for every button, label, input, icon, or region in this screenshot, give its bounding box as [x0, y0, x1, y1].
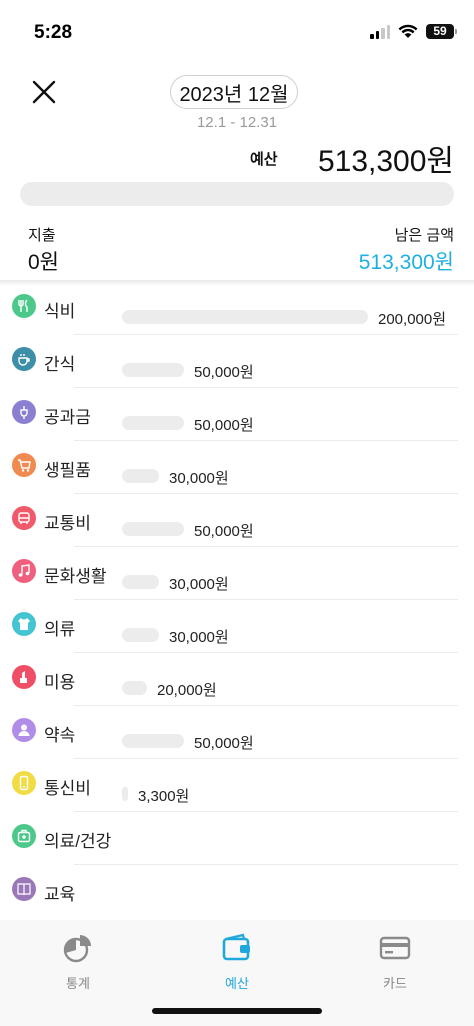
category-amount: 50,000원 [194, 523, 254, 540]
category-amount: 30,000원 [169, 629, 229, 646]
category-budget-bar [122, 681, 147, 695]
date-range: 12.1 - 12.31 [196, 114, 278, 131]
bus-icon [12, 506, 36, 530]
category-budget-bar [122, 363, 184, 377]
wallet-icon [222, 933, 250, 961]
category-name: 공과금 [44, 408, 91, 427]
category-amount: 50,000원 [194, 417, 254, 434]
category-row[interactable]: 간식 50,000원 [0, 335, 474, 388]
spend-amount: 0원 [28, 251, 59, 274]
category-name: 문화생활 [44, 567, 107, 586]
plug-icon [12, 400, 36, 424]
category-budget-bar [122, 469, 159, 483]
tab-card[interactable]: 카드 [335, 928, 455, 991]
category-name: 교통비 [44, 514, 91, 533]
category-amount: 3,300원 [138, 788, 190, 805]
category-budget-bar [122, 734, 184, 748]
tab-statistics-label: 통계 [66, 976, 90, 991]
category-row[interactable]: 공과금 50,000원 [0, 388, 474, 441]
battery-level: 59 [433, 24, 447, 38]
close-button[interactable] [28, 76, 60, 108]
category-amount: 50,000원 [194, 364, 254, 381]
category-name: 의류 [44, 620, 76, 639]
category-row[interactable]: 식비 200,000원 [0, 282, 474, 335]
category-name: 약속 [44, 726, 76, 745]
category-row[interactable]: 통신비 3,300원 [0, 759, 474, 812]
medical-kit-icon [12, 824, 36, 848]
utensils-icon [12, 294, 36, 318]
tab-statistics[interactable]: 통계 [18, 928, 138, 991]
category-budget-bar [122, 416, 184, 430]
category-row[interactable]: 의료/건강 [0, 812, 474, 865]
category-budget-bar [122, 787, 128, 801]
shirt-icon [12, 612, 36, 636]
cellular-signal-icon [370, 24, 390, 39]
category-name: 간식 [44, 355, 76, 374]
category-name: 교육 [44, 885, 76, 904]
tab-budget[interactable]: 예산 [177, 928, 297, 991]
budget-label: 예산 [250, 151, 278, 168]
category-amount: 200,000원 [378, 311, 447, 328]
credit-card-icon [379, 936, 411, 960]
lipstick-icon [12, 665, 36, 689]
category-row[interactable]: 약속 50,000원 [0, 706, 474, 759]
music-icon [12, 559, 36, 583]
category-name: 의료/건강 [44, 832, 112, 851]
tab-budget-label: 예산 [225, 976, 249, 991]
remaining-label: 남은 금액 [394, 227, 454, 244]
pie-chart-icon [63, 935, 91, 963]
category-row[interactable]: 문화생활 30,000원 [0, 547, 474, 600]
category-name: 생필품 [44, 461, 91, 480]
phone-icon [12, 771, 36, 795]
category-row[interactable]: 생필품 30,000원 [0, 441, 474, 494]
coffee-icon [12, 347, 36, 371]
category-name: 미용 [44, 673, 76, 692]
status-icons: 59 [370, 24, 457, 39]
category-budget-bar [122, 310, 368, 324]
category-amount: 50,000원 [194, 735, 254, 752]
month-selector[interactable]: 2023년 12월 [170, 75, 298, 109]
category-budget-bar [122, 575, 159, 589]
budget-amount: 513,300원 [317, 145, 454, 178]
category-budget-bar [122, 628, 159, 642]
close-icon [32, 80, 56, 104]
person-icon [12, 718, 36, 742]
book-icon [12, 877, 36, 901]
category-name: 통신비 [44, 779, 91, 798]
category-row[interactable]: 미용 20,000원 [0, 653, 474, 706]
category-name: 식비 [44, 302, 76, 321]
category-amount: 30,000원 [169, 470, 229, 487]
cart-icon [12, 453, 36, 477]
status-time: 5:28 [34, 22, 73, 43]
home-indicator [152, 1008, 322, 1014]
category-row[interactable]: 교육 [0, 865, 474, 918]
status-bar: 5:28 59 [0, 0, 474, 66]
wifi-icon [398, 24, 418, 38]
budget-progress-bar [20, 182, 454, 206]
remaining-amount: 513,300원 [358, 251, 454, 274]
category-budget-bar [122, 522, 184, 536]
tab-card-label: 카드 [383, 976, 407, 991]
category-amount: 20,000원 [157, 682, 217, 699]
spend-label: 지출 [28, 227, 56, 244]
battery-icon: 59 [426, 24, 457, 39]
category-row[interactable]: 교통비 50,000원 [0, 494, 474, 547]
category-amount: 30,000원 [169, 576, 229, 593]
category-row[interactable]: 의류 30,000원 [0, 600, 474, 653]
category-list: 식비 200,000원 간식 50,000원 공과금 50,000원 생필품 30,000원 교… [0, 282, 474, 918]
